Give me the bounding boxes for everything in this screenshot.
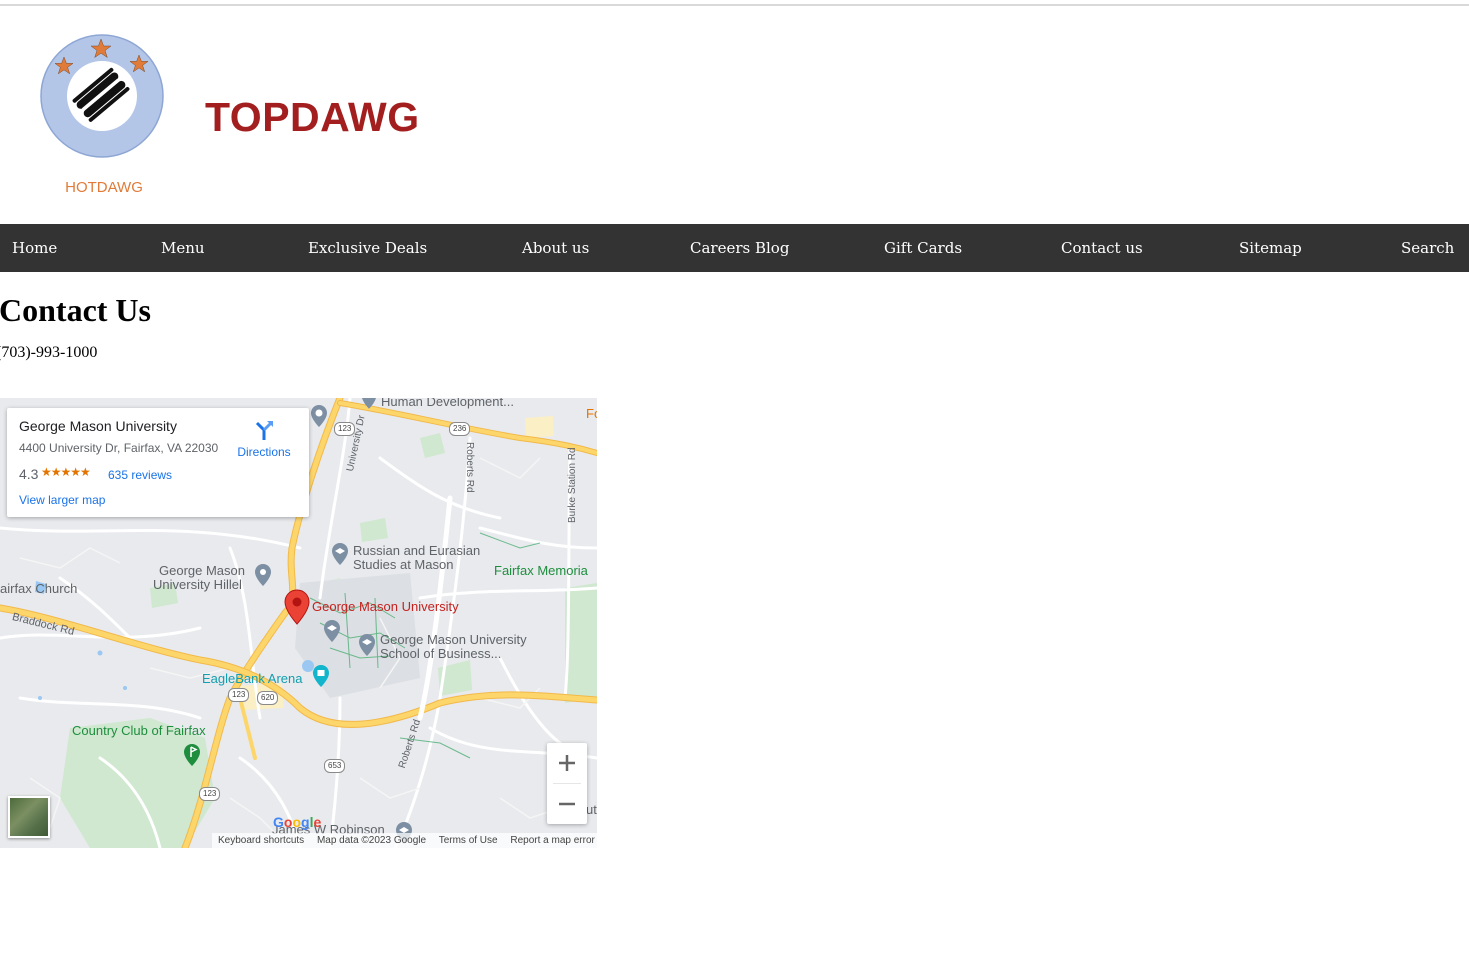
place-label: Country Club of Fairfax: [72, 723, 206, 738]
place-label: George Mason: [159, 563, 245, 578]
place-label: Studies at Mason: [353, 557, 454, 572]
worship-icon[interactable]: [254, 563, 272, 587]
place-label: Fairfax Memoria: [494, 563, 588, 578]
road-label: Burke Station Rd: [567, 447, 578, 523]
place-address: 4400 University Dr, Fairfax, VA 22030: [19, 441, 219, 455]
nav-sitemap[interactable]: Sitemap: [1239, 224, 1302, 272]
place-label: University Hillel: [153, 577, 242, 592]
plus-icon: [559, 755, 575, 771]
place-label: George Mason University: [380, 632, 527, 647]
main-nav: Home Menu Exclusive Deals About us Caree…: [0, 224, 1469, 272]
map-data-text: Map data ©2023 Google: [316, 835, 427, 846]
place-label: Russian and Eurasian: [353, 543, 481, 558]
zoom-control: [547, 743, 587, 824]
reviews-link[interactable]: 635 reviews: [108, 468, 172, 482]
zoom-in-button[interactable]: [547, 743, 587, 783]
report-error-link[interactable]: Report a map error: [510, 835, 594, 846]
golf-icon[interactable]: [183, 743, 201, 767]
place-label: Fo: [586, 406, 597, 421]
route-shield-123: 123: [199, 787, 221, 801]
nav-menu[interactable]: Menu: [161, 224, 205, 272]
site-title: TOPDAWG: [205, 94, 420, 140]
map-attribution: Keyboard shortcuts Map data ©2023 Google…: [212, 833, 597, 848]
government-icon[interactable]: [310, 404, 328, 428]
view-larger-map-link[interactable]: View larger map: [19, 493, 105, 507]
keyboard-shortcuts-link[interactable]: Keyboard shortcuts: [218, 835, 304, 846]
embedded-map[interactable]: 123 236 123 620 653 123 University Dr Ro…: [0, 398, 597, 848]
place-info-card: George Mason University 4400 University …: [7, 408, 309, 517]
google-logo: Google: [273, 814, 322, 830]
place-label-gmu[interactable]: George Mason University: [312, 600, 459, 614]
directions-button[interactable]: Directions: [233, 418, 295, 462]
terms-link[interactable]: Terms of Use: [439, 835, 498, 846]
place-label: EagleBank Arena: [202, 671, 303, 686]
nav-contact-us[interactable]: Contact us: [1061, 224, 1143, 272]
rating-stars-icon: ★★★★★: [41, 465, 91, 479]
route-shield-236: 236: [449, 422, 471, 436]
place-name: George Mason University: [19, 418, 177, 434]
nav-about-us[interactable]: About us: [522, 224, 589, 272]
place-label: Human Development...: [381, 398, 514, 409]
school-icon[interactable]: [361, 398, 377, 410]
place-label: ut: [586, 802, 597, 817]
place-rating: 4.3: [19, 466, 39, 482]
school-icon[interactable]: [358, 633, 376, 657]
school-icon[interactable]: [323, 619, 341, 643]
site-logo[interactable]: HOTDAWG: [38, 30, 168, 200]
window-top-border: [0, 4, 1469, 6]
school-icon[interactable]: [331, 542, 349, 566]
directions-label: Directions: [237, 445, 291, 459]
road-label: Roberts Rd: [464, 442, 475, 493]
place-label: airfax Church: [0, 581, 78, 596]
zoom-out-button[interactable]: [547, 784, 587, 824]
logo-text: HOTDAWG: [65, 179, 143, 196]
hotdog-logo-icon: HOTDAWG: [40, 34, 164, 196]
nav-exclusive-deals[interactable]: Exclusive Deals: [308, 224, 427, 272]
nav-careers-blog[interactable]: Careers Blog: [690, 224, 789, 272]
minus-icon: [559, 802, 575, 806]
place-label: School of Business...: [380, 646, 502, 661]
route-shield-123: 123: [228, 688, 250, 702]
satellite-toggle-button[interactable]: [8, 796, 50, 838]
nav-gift-cards[interactable]: Gift Cards: [884, 224, 962, 272]
nav-home[interactable]: Home: [12, 224, 57, 272]
location-pin-icon[interactable]: [284, 589, 310, 625]
arena-icon[interactable]: [312, 664, 330, 688]
nav-search[interactable]: Search: [1401, 224, 1454, 272]
page-title: Contact Us: [0, 292, 151, 328]
route-shield-653: 653: [324, 759, 346, 773]
directions-icon: [255, 421, 273, 440]
route-shield-620: 620: [257, 691, 279, 705]
phone-number: (703)-993-1000: [0, 344, 98, 361]
